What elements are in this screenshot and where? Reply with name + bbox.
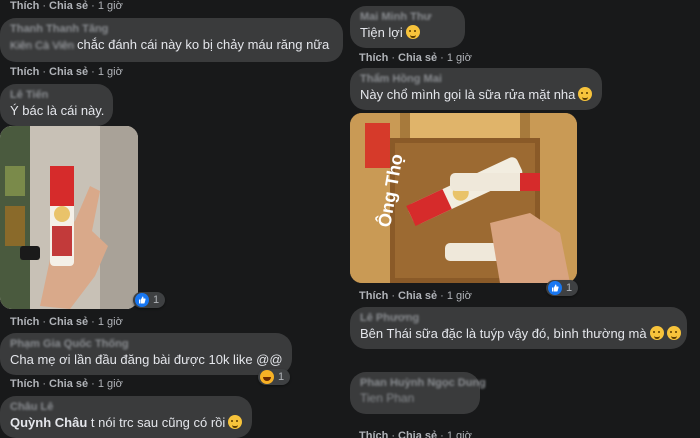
like-link[interactable]: Thích bbox=[359, 430, 388, 438]
mention-tag[interactable]: Kiên Cà Viên bbox=[10, 40, 74, 52]
comment-bubble: Thẩm Hồng Mai Này chổ mình gọi là sữa rử… bbox=[350, 68, 602, 110]
comment-bubble: Phan Huỳnh Ngọc Dung Tien Phan bbox=[350, 372, 486, 414]
reaction-count[interactable]: 1 bbox=[546, 280, 579, 296]
comment-photo[interactable] bbox=[0, 126, 138, 309]
comment-text: Ý bác là cái này. bbox=[10, 103, 105, 118]
tagged-name[interactable]: Quỳnh Châu bbox=[10, 415, 87, 430]
comment-bubble: Lê Tiến Ý bác là cái này. bbox=[0, 84, 113, 126]
timestamp[interactable]: 1 giờ bbox=[447, 52, 472, 64]
sweat-smile-emoji-icon bbox=[666, 326, 681, 340]
like-reaction-icon bbox=[135, 293, 149, 307]
comment-author[interactable]: Thẩm Hồng Mai bbox=[360, 73, 590, 86]
haha-reaction-icon bbox=[260, 370, 274, 384]
hand-holding-tube-image bbox=[0, 126, 138, 309]
comment-author[interactable]: Phạm Gia Quốc Thống bbox=[10, 338, 280, 351]
comment-actions: Thích · Chia sẻ · 1 giờ bbox=[10, 378, 123, 390]
comment-actions: Thích · Chia sẻ · 1 giờ bbox=[359, 430, 472, 438]
share-link[interactable]: Chia sẻ bbox=[49, 0, 88, 12]
comment-bubble: Mai Minh Thư Tiện lợi bbox=[350, 6, 465, 48]
comment-bubble: Châu Lê Quỳnh Châu t nói trc sau cũng có… bbox=[0, 396, 252, 438]
share-link[interactable]: Chia sẻ bbox=[398, 290, 437, 302]
share-link[interactable]: Chia sẻ bbox=[49, 66, 88, 78]
box-of-tubes-image: Ông Thọ bbox=[350, 113, 577, 283]
comment-bubble: Lê Phương Bên Thái sữa đặc là tuýp vậy đ… bbox=[350, 307, 687, 349]
comment-actions: Thích · Chia sẻ · 1 giờ bbox=[359, 52, 472, 64]
comment-text: Này chổ mình gọi là sữa rửa mặt nha bbox=[360, 86, 593, 103]
comment-actions: Thích · Chia sẻ · 1 giờ bbox=[10, 66, 123, 78]
comment-actions: Thích · Chia sẻ · 1 giờ bbox=[10, 0, 123, 12]
reaction-count[interactable]: 1 bbox=[258, 369, 291, 385]
comment-author[interactable]: Phan Huỳnh Ngọc Dung bbox=[360, 377, 486, 390]
timestamp[interactable]: 1 giờ bbox=[98, 66, 123, 78]
grinning-emoji-icon bbox=[405, 25, 420, 39]
like-link[interactable]: Thích bbox=[10, 0, 39, 12]
timestamp[interactable]: 1 giờ bbox=[447, 430, 472, 438]
comment-bubble: Phạm Gia Quốc Thống Cha mẹ ơi lần đầu đă… bbox=[0, 333, 292, 375]
tagged-name[interactable]: Tien Phan bbox=[360, 392, 468, 405]
comment-text: Quỳnh Châu t nói trc sau cũng có rồi bbox=[10, 414, 243, 431]
timestamp[interactable]: 1 giờ bbox=[447, 290, 472, 302]
comment-text: Cha mẹ ơi lần đầu đăng bài được 10k like… bbox=[10, 352, 283, 367]
comment-photo[interactable]: Ông Thọ bbox=[350, 113, 577, 283]
comment-actions: Thích · Chia sẻ · 1 giờ bbox=[10, 316, 123, 328]
timestamp[interactable]: 1 giờ bbox=[98, 378, 123, 390]
comment-author[interactable]: Châu Lê bbox=[10, 401, 240, 414]
comment-text: Kiên Cà Viên chắc đánh cái này ko bị chảy… bbox=[10, 37, 330, 52]
eye-roll-emoji-icon bbox=[649, 326, 664, 340]
laughing-emoji-icon bbox=[578, 87, 593, 101]
comment-actions: Thích · Chia sẻ · 1 giờ bbox=[359, 290, 472, 302]
like-link[interactable]: Thích bbox=[10, 66, 39, 78]
timestamp[interactable]: 1 giờ bbox=[98, 316, 123, 328]
comment-author[interactable]: Lê Phương bbox=[360, 312, 675, 325]
like-link[interactable]: Thích bbox=[359, 52, 388, 64]
share-link[interactable]: Chia sẻ bbox=[398, 52, 437, 64]
reaction-count[interactable]: 1 bbox=[133, 292, 166, 308]
share-link[interactable]: Chia sẻ bbox=[49, 378, 88, 390]
comment-author[interactable]: Thanh Thanh Tăng bbox=[10, 23, 331, 36]
share-link[interactable]: Chia sẻ bbox=[398, 430, 437, 438]
comment-bubble: Thanh Thanh Tăng Kiên Cà Viên chắc đánh c… bbox=[0, 18, 343, 62]
like-link[interactable]: Thích bbox=[359, 290, 388, 302]
comment-text: Bên Thái sữa đặc là tuýp vậy đó, bình th… bbox=[360, 325, 681, 342]
comment-text: Tiện lợi bbox=[360, 24, 453, 41]
share-link[interactable]: Chia sẻ bbox=[49, 316, 88, 328]
like-link[interactable]: Thích bbox=[10, 378, 39, 390]
like-link[interactable]: Thích bbox=[10, 316, 39, 328]
comment-author[interactable]: Lê Tiến bbox=[10, 89, 101, 102]
like-reaction-icon bbox=[548, 281, 562, 295]
comment-author[interactable]: Mai Minh Thư bbox=[360, 11, 453, 24]
timestamp[interactable]: 1 giờ bbox=[98, 0, 123, 12]
smile-emoji-icon bbox=[228, 415, 243, 429]
